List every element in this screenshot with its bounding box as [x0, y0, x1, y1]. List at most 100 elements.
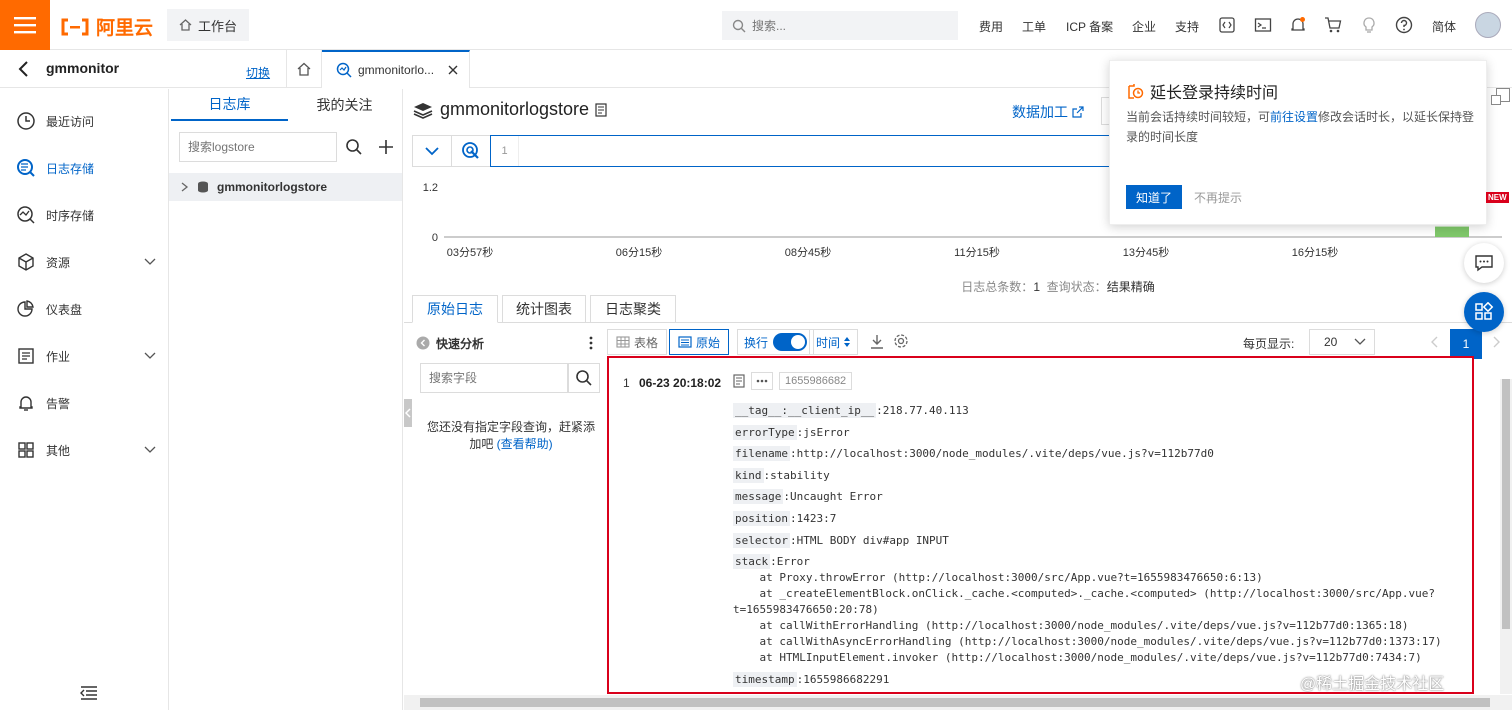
field-key[interactable]: kind [733, 467, 764, 483]
quick-analysis-empty: 您还没有指定字段查询，赶紧添加吧 (查看帮助) [426, 419, 596, 453]
cart-icon[interactable] [1324, 16, 1342, 34]
field-key[interactable]: message [733, 489, 784, 505]
help-icon[interactable] [1395, 16, 1413, 34]
logstore-list-item[interactable]: gmmonitorlogstore [169, 173, 402, 201]
logstore-name: gmmonitorlogstore [217, 180, 327, 194]
code-icon[interactable] [1218, 16, 1236, 34]
tab-my-follow[interactable]: 我的关注 [286, 89, 403, 121]
grid-icon [18, 442, 34, 458]
raw-view-button[interactable]: 原始 [669, 329, 730, 355]
add-logstore-button[interactable] [373, 132, 399, 162]
help-link[interactable]: (查看帮助) [497, 437, 553, 451]
field-key[interactable]: errorType [733, 424, 797, 440]
field-search-button[interactable] [568, 363, 600, 393]
logstore-search-input[interactable] [188, 140, 328, 154]
sidebar-item-alerts[interactable]: 告警 [0, 380, 168, 426]
table-view-button[interactable]: 表格 [607, 329, 668, 355]
query-editor[interactable]: 1 [490, 135, 1112, 167]
notification-bell-icon[interactable] [1289, 16, 1307, 34]
gear-icon[interactable] [893, 333, 909, 349]
chevron-left-circle-icon[interactable] [416, 336, 430, 350]
field-key[interactable]: position [733, 510, 790, 526]
copy-icon[interactable] [595, 102, 607, 117]
nav-fees[interactable]: 费用 [979, 18, 1003, 35]
query-assistant-button[interactable] [451, 135, 491, 167]
download-icon[interactable] [869, 334, 885, 350]
field-key[interactable]: filename [733, 446, 790, 462]
global-search-input[interactable] [752, 18, 932, 33]
current-page[interactable]: 1 [1450, 329, 1482, 359]
sidebar-item-other[interactable]: 其他 [0, 427, 168, 473]
horizontal-scrollbar[interactable] [404, 695, 1512, 710]
logstore-search-button[interactable] [339, 132, 369, 162]
no-remind-button[interactable]: 不再提示 [1194, 189, 1242, 206]
prev-page-button[interactable] [1419, 329, 1449, 355]
chevron-left-icon [405, 408, 411, 418]
feedback-button[interactable] [1464, 243, 1504, 283]
chevron-right-icon [1493, 336, 1500, 348]
more-vertical-icon[interactable] [588, 335, 594, 351]
language-switch[interactable]: 简体 [1432, 18, 1456, 35]
terminal-icon[interactable] [1254, 16, 1272, 34]
vertical-scrollbar[interactable] [1500, 379, 1512, 694]
nav-icp[interactable]: ICP 备案 [1066, 18, 1113, 35]
global-search[interactable] [722, 11, 958, 40]
workbench-button[interactable]: 工作台 [167, 9, 250, 41]
sidebar-item-metric-storage[interactable]: 时序存储 [0, 192, 168, 238]
goto-settings-link[interactable]: 前往设置 [1270, 110, 1318, 124]
panel-splitter[interactable] [404, 399, 412, 427]
per-page-label: 每页显示: [1243, 337, 1295, 351]
close-icon[interactable] [448, 65, 458, 75]
sidebar-item-log-storage[interactable]: 日志存储 [0, 145, 168, 191]
x-tick-label: 03分57秒 [447, 245, 493, 259]
next-page-button[interactable] [1487, 329, 1507, 355]
tab-raw-logs[interactable]: 原始日志 [412, 295, 498, 323]
line-number: 1 [491, 136, 519, 166]
nav-support[interactable]: 支持 [1175, 18, 1199, 35]
tab-logstore-list[interactable]: 日志库 [171, 89, 288, 121]
log-more-button[interactable] [751, 372, 773, 390]
field-key[interactable]: stack [733, 554, 771, 570]
tab-statistics[interactable]: 统计图表 [502, 295, 586, 323]
sidebar-item-dashboard[interactable]: 仪表盘 [0, 286, 168, 332]
data-process-link[interactable]: 数据加工 [1012, 102, 1084, 122]
vertical-scroll-thumb[interactable] [1502, 379, 1510, 629]
project-name: gmmonitor [46, 60, 120, 76]
got-it-button[interactable]: 知道了 [1126, 185, 1183, 209]
session-clock-icon [1128, 84, 1144, 99]
home-tab[interactable] [286, 50, 322, 88]
side-square[interactable] [1491, 95, 1501, 105]
field-key[interactable]: selector [733, 532, 790, 548]
sidebar-item-recent[interactable]: 最近访问 [0, 98, 168, 144]
per-page-select[interactable]: 20 [1309, 329, 1375, 355]
collapse-sidebar-icon[interactable] [80, 686, 98, 700]
tab-logstore[interactable]: gmmonitorlo... [322, 50, 470, 88]
job-icon [18, 348, 34, 364]
tab-log-cluster[interactable]: 日志聚类 [590, 295, 676, 323]
aliyun-logo[interactable]: 阿里云 [60, 13, 153, 40]
log-field: selector:HTML BODY div#app INPUT [733, 530, 1472, 552]
field-search[interactable] [420, 363, 568, 393]
field-key[interactable]: __tag__:__client_ip__ [733, 403, 877, 418]
field-search-input[interactable] [429, 371, 559, 385]
query-dropdown-button[interactable] [412, 135, 452, 167]
horizontal-scroll-thumb[interactable] [420, 698, 1490, 707]
sidebar-item-jobs[interactable]: 作业 [0, 333, 168, 379]
nav-enterprise[interactable]: 企业 [1132, 18, 1156, 35]
logstore-search[interactable] [179, 132, 337, 162]
copy-icon[interactable] [733, 374, 745, 388]
switch-project-link[interactable]: 切换 [246, 64, 270, 81]
log-time: 06-23 20:18:02 [639, 376, 722, 390]
wrap-switch[interactable] [773, 333, 808, 351]
menu-button[interactable] [0, 0, 50, 50]
field-key[interactable]: timestamp [733, 671, 797, 687]
lightbulb-icon[interactable] [1360, 16, 1378, 34]
sidebar-item-resources[interactable]: 资源 [0, 239, 168, 285]
wrap-toggle[interactable]: 换行 [737, 329, 815, 355]
user-avatar[interactable] [1475, 12, 1501, 38]
time-sort-button[interactable]: 时间 [809, 329, 859, 355]
nav-tickets[interactable]: 工单 [1022, 18, 1046, 35]
chevron-right-icon[interactable] [181, 182, 189, 192]
back-arrow-icon[interactable] [17, 60, 31, 78]
apps-float-button[interactable] [1464, 292, 1504, 332]
